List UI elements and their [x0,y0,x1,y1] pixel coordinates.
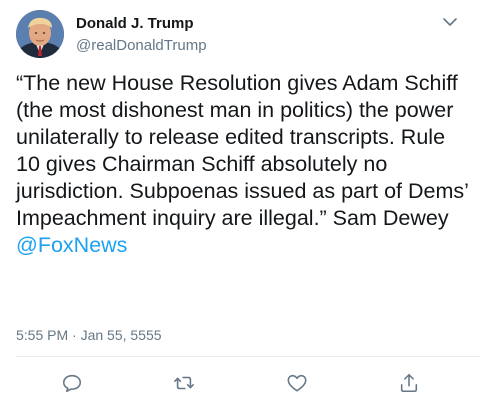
retweet-icon [174,376,194,390]
action-bar [0,369,480,399]
divider [16,356,480,357]
like-button[interactable] [283,369,311,397]
tweet-text: “The new House Resolution gives Adam Sch… [16,70,472,259]
tweet-card: Donald J. Trump @realDonaldTrump “The ne… [0,0,480,410]
user-handle[interactable]: @realDonaldTrump [76,37,207,54]
like-icon [287,374,307,392]
reply-button[interactable] [58,369,86,397]
retweet-button[interactable] [170,369,198,397]
tweet-body: “The new House Resolution gives Adam Sch… [16,71,469,230]
avatar-portrait-icon [16,10,64,58]
share-icon [400,373,418,393]
timestamp[interactable]: 5:55 PM · Jan 55, 5555 [16,327,162,343]
mention-link[interactable]: @FoxNews [16,233,127,257]
display-name[interactable]: Donald J. Trump [76,15,194,32]
share-button[interactable] [395,369,423,397]
avatar[interactable] [16,10,64,58]
reply-icon [62,374,82,393]
chevron-down-icon[interactable] [440,14,460,30]
